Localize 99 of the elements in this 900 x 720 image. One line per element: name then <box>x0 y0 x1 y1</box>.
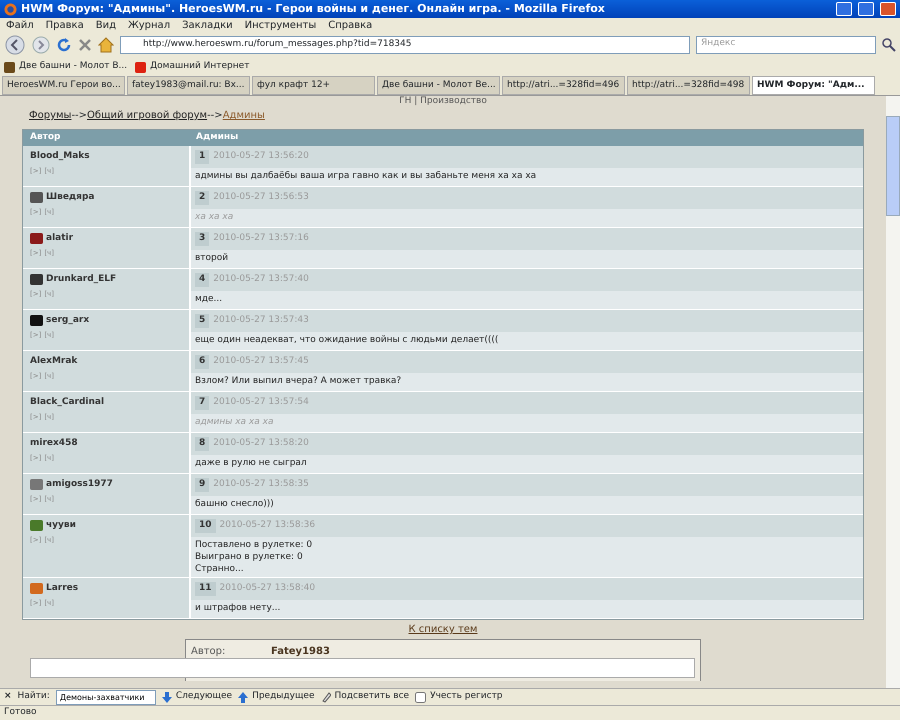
post-time: 2010-05-27 13:57:54 <box>213 396 309 410</box>
post-text: ха ха ха <box>191 209 863 227</box>
close-find-button[interactable]: × <box>4 690 12 704</box>
post-text: мде... <box>191 291 863 309</box>
post-text: админы ха ха ха <box>191 414 863 432</box>
home-icon[interactable] <box>98 37 114 53</box>
menu-item[interactable]: Журнал <box>128 18 170 32</box>
highlighter-icon <box>320 692 331 702</box>
post-time: 2010-05-27 13:58:36 <box>220 519 316 532</box>
post-time: 2010-05-27 13:57:45 <box>213 355 309 368</box>
author-link[interactable]: Blood_Maks <box>30 150 90 164</box>
back-icon[interactable] <box>4 35 26 55</box>
match-case-label: Учесть регистр <box>430 690 503 704</box>
author-link[interactable]: Black_Cardinal <box>30 396 104 410</box>
menu-item[interactable]: Закладки <box>182 18 233 32</box>
reload-icon[interactable] <box>56 37 72 53</box>
breadcrumb-link[interactable]: Общий игровой форум <box>87 110 208 121</box>
author-link[interactable]: alatir <box>46 232 74 246</box>
post-number[interactable]: 8 <box>195 437 210 451</box>
post-time: 2010-05-27 13:58:20 <box>213 437 309 450</box>
up-arrow-icon <box>238 692 248 702</box>
browser-tab[interactable]: http://atri...=328fid=496 <box>502 76 625 95</box>
post-text: и штрафов нету... <box>191 600 863 618</box>
find-next-button[interactable]: Следующее <box>176 690 232 704</box>
down-arrow-icon <box>162 692 172 702</box>
post-time: 2010-05-27 13:57:16 <box>213 232 309 246</box>
post-text: Взлом? Или выпил вчера? А может травка? <box>191 373 863 391</box>
post-number[interactable]: 11 <box>195 582 216 596</box>
post-time: 2010-05-27 13:56:53 <box>213 191 309 204</box>
maximize-button[interactable] <box>858 2 874 16</box>
author-label: Автор: <box>191 645 226 659</box>
scrollbar[interactable] <box>886 96 900 688</box>
post-number[interactable]: 3 <box>195 232 210 246</box>
post-number[interactable]: 4 <box>195 273 210 287</box>
browser-tab[interactable]: HWM Форум: "Адм... <box>752 76 875 95</box>
post-number[interactable]: 2 <box>195 191 210 205</box>
close-button[interactable] <box>880 2 896 16</box>
window-title: HWM Форум: "Админы". HeroesWM.ru - Герои войны и денег. Онлайн игра. - Mozilla Firefox <box>21 0 606 17</box>
author-name: Fatey1983 <box>271 645 330 659</box>
browser-tab[interactable]: fatey1983@mail.ru: Вх... <box>127 76 250 95</box>
post-number[interactable]: 1 <box>195 150 210 164</box>
menu-item[interactable]: Файл <box>6 18 34 32</box>
find-label: Найти: <box>18 690 50 704</box>
post-time: 2010-05-27 13:57:40 <box>213 273 309 286</box>
back-to-topics-link[interactable]: К списку тем <box>408 624 478 635</box>
browser-tab[interactable]: http://atri...=328fid=498 <box>627 76 750 95</box>
find-previous-button[interactable]: Предыдущее <box>252 690 315 704</box>
message-field[interactable] <box>30 658 695 678</box>
post-time: 2010-05-27 13:56:20 <box>213 150 309 164</box>
stop-icon[interactable] <box>78 38 92 52</box>
post-number[interactable]: 7 <box>195 396 210 410</box>
column-header: Автор <box>29 131 62 144</box>
menu-item[interactable]: Справка <box>328 18 372 32</box>
post-text: второй <box>191 250 863 268</box>
author-link[interactable]: Шведяра <box>46 191 94 204</box>
post-text: еще один неадекват, что ожидание войны с людьми делает(((( <box>191 332 863 350</box>
post-number[interactable]: 5 <box>195 314 210 328</box>
breadcrumb-separator: --> <box>71 110 88 121</box>
find-field[interactable]: Демоны-захватчики <box>56 690 156 704</box>
top-links: ГН | Производство <box>398 96 488 106</box>
breadcrumb-link[interactable]: Админы <box>222 110 265 121</box>
minimize-button[interactable] <box>836 2 852 16</box>
address-field[interactable]: http://www.heroeswm.ru/forum_messages.php?tid=718345 <box>120 36 690 54</box>
author-link[interactable]: Drunkard_ELF <box>46 273 116 286</box>
bookmark-link[interactable]: Две башни - Молот В... <box>19 60 128 74</box>
search-icon[interactable] <box>882 38 896 52</box>
column-header: Админы <box>195 131 240 144</box>
author-link[interactable]: amigoss1977 <box>46 478 113 492</box>
breadcrumb-separator: --> <box>207 110 223 121</box>
menu-item[interactable]: Инструменты <box>244 18 316 32</box>
post-number[interactable]: 9 <box>195 478 210 492</box>
bookmark-icon <box>4 62 15 72</box>
post-number[interactable]: 10 <box>195 519 216 533</box>
author-link[interactable]: serg_arx <box>46 314 90 328</box>
browser-logo-icon <box>4 2 17 16</box>
menu-item[interactable]: Правка <box>46 18 84 32</box>
bookmark-link[interactable]: Домашний Интернет <box>150 60 250 74</box>
bookmark-icon <box>135 62 146 72</box>
match-case-checkbox[interactable] <box>415 692 426 702</box>
breadcrumb-link[interactable]: Форумы <box>29 110 72 121</box>
highlight-all-button[interactable]: Подсветить все <box>334 690 410 704</box>
author-link[interactable]: AlexMrak <box>30 355 78 368</box>
status-text: Готово <box>4 706 37 720</box>
browser-tab[interactable]: Две башни - Молот Ве... <box>377 76 500 95</box>
post-text: админы вы далбаёбы ваша игра гавно как и вы забаньте меня ха ха ха <box>191 168 863 186</box>
post-time: 2010-05-27 13:57:43 <box>213 314 309 328</box>
post-time: 2010-05-27 13:58:35 <box>213 478 309 492</box>
forward-icon[interactable] <box>32 36 50 54</box>
post-text: башню снесло))) <box>191 496 863 514</box>
author-link[interactable]: чууви <box>46 519 76 532</box>
author-link[interactable]: Larres <box>46 582 78 596</box>
post-time: 2010-05-27 13:58:40 <box>220 582 316 596</box>
menu-item[interactable]: Вид <box>96 18 116 32</box>
browser-tab[interactable]: фул крафт 12+ <box>252 76 375 95</box>
post-text: Поставлено в рулетке: 0 Выиграно в рулетке: 0 Странно... <box>191 537 863 577</box>
post-text: даже в рулю не сыграл <box>191 455 863 473</box>
author-link[interactable]: mirex458 <box>30 437 78 450</box>
browser-tab[interactable]: HeroesWM.ru Герои во... <box>2 76 125 95</box>
post-number[interactable]: 6 <box>195 355 210 369</box>
